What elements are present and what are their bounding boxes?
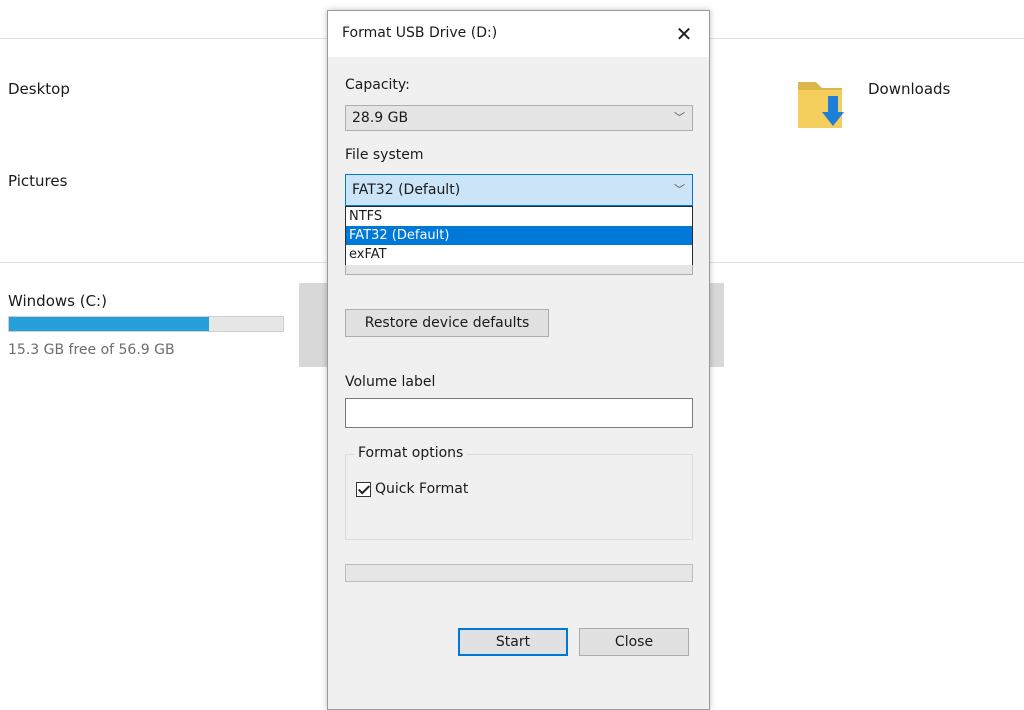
file-system-option-ntfs[interactable]: NTFS [346,207,692,226]
downloads-folder-label[interactable]: Downloads [868,80,950,98]
pictures-folder-label[interactable]: Pictures [8,172,67,190]
drive-usage-fill [9,317,210,331]
file-system-select[interactable]: FAT32 (Default) ﹀ [345,174,693,206]
desktop-folder-label[interactable]: Desktop [8,80,70,98]
volume-label-input[interactable] [345,398,693,428]
file-system-dropdown: NTFS FAT32 (Default) exFAT [345,206,693,266]
allocation-unit-select[interactable] [345,265,693,275]
drive-free-space: 15.3 GB free of 56.9 GB [8,342,175,358]
restore-defaults-button[interactable]: Restore device defaults [345,309,549,337]
close-icon[interactable]: ✕ [664,17,704,51]
drive-c-label[interactable]: Windows (C:) [8,292,107,310]
chevron-down-icon: ﹀ [674,111,685,124]
quick-format-checkbox[interactable] [356,481,371,497]
chevron-down-icon: ﹀ [674,183,685,196]
close-button[interactable]: Close [579,628,689,656]
file-system-label: File system [345,147,424,163]
drive-usage-bar [8,316,284,332]
format-options-group: Format options Quick Format [345,445,693,540]
shadow-band-right [709,283,724,367]
downloads-folder-icon[interactable] [796,70,854,136]
capacity-value: 28.9 GB [352,110,409,126]
file-system-option-exfat[interactable]: exFAT [346,245,692,264]
capacity-select[interactable]: 28.9 GB ﹀ [345,105,693,131]
file-system-value: FAT32 (Default) [352,182,461,198]
file-system-option-fat32[interactable]: FAT32 (Default) [346,226,692,245]
format-options-legend: Format options [354,445,468,461]
dialog-title: Format USB Drive (D:) [342,25,498,41]
quick-format-label[interactable]: Quick Format [375,481,468,497]
shadow-band-left [299,283,329,367]
format-progress-bar [345,564,693,582]
quick-format-row[interactable]: Quick Format [356,481,468,497]
format-dialog: Format USB Drive (D:) ✕ Capacity: 28.9 G… [327,10,710,710]
start-button[interactable]: Start [458,628,568,656]
volume-label-label: Volume label [345,374,436,390]
capacity-label: Capacity: [345,77,410,93]
dialog-titlebar[interactable]: Format USB Drive (D:) ✕ [328,11,709,57]
